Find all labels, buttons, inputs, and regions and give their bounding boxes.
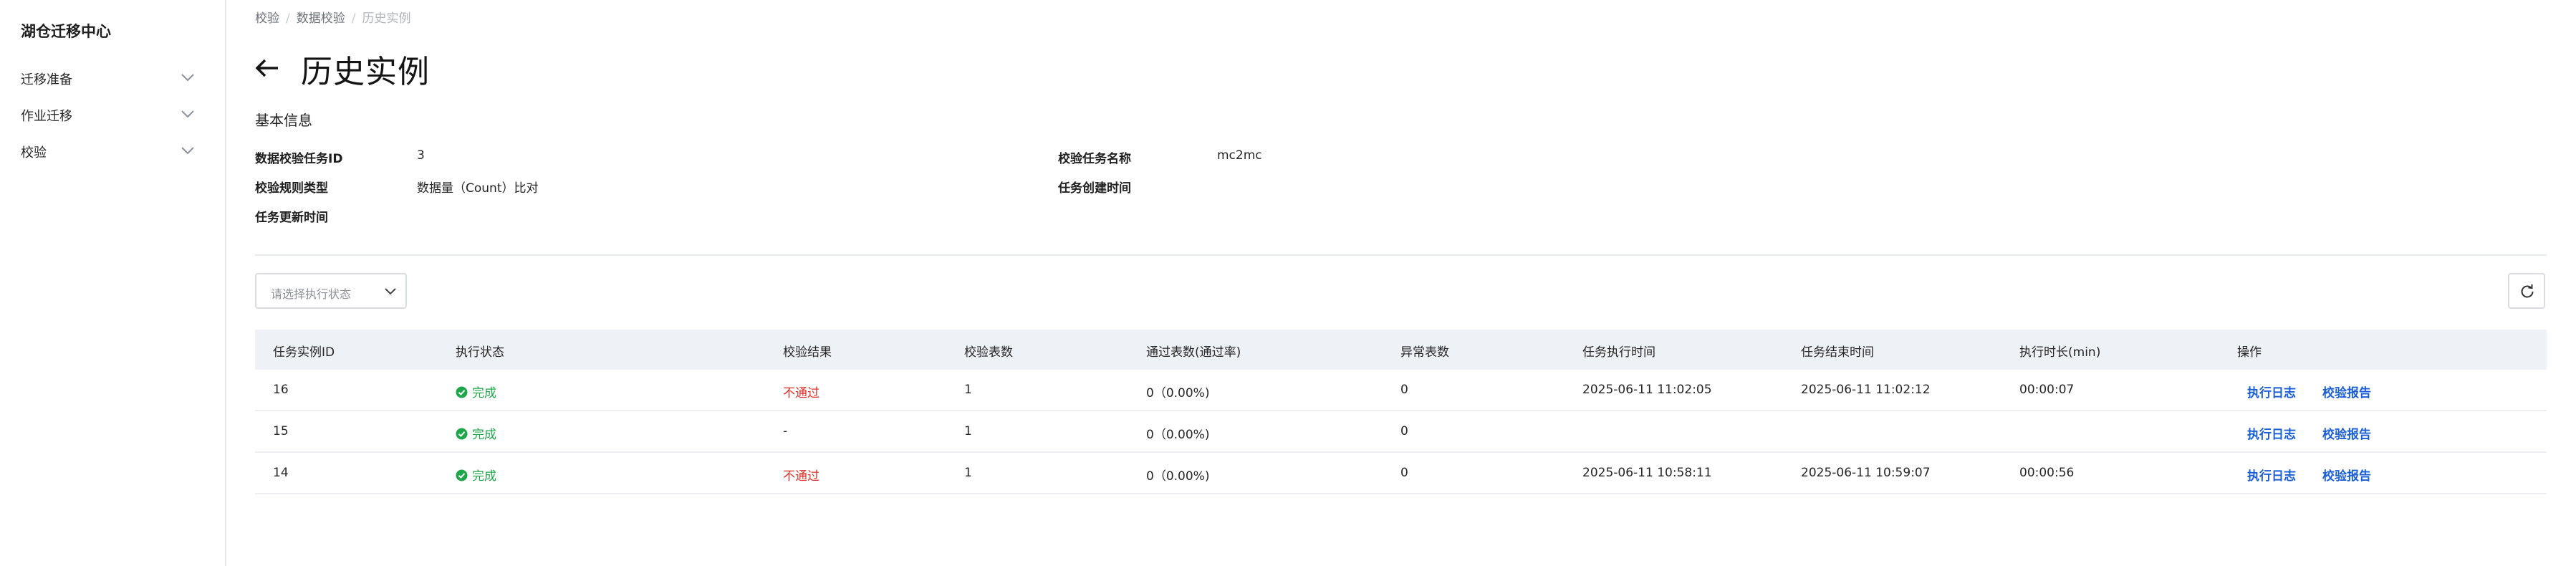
cell-end-time: 2025-06-11 11:02:12 bbox=[1801, 383, 1931, 397]
check-circle-icon bbox=[456, 386, 468, 398]
rule-type-value: 数据量（Count）比对 bbox=[417, 181, 539, 196]
created-time-label: 任务创建时间 bbox=[1058, 181, 1131, 196]
cell-duration: 00:00:56 bbox=[2019, 466, 2075, 480]
cell-instance-id: 14 bbox=[273, 466, 289, 480]
check-report-link[interactable]: 校验报告 bbox=[2322, 424, 2371, 442]
col-header-end-time: 任务结束时间 bbox=[1801, 345, 1874, 360]
task-name-value: mc2mc bbox=[1217, 148, 1262, 163]
page-title: 历史实例 bbox=[301, 54, 430, 90]
cell-exec-status: 完成 bbox=[456, 466, 496, 484]
sidebar-item-label: 作业迁移 bbox=[21, 109, 72, 124]
sidebar-item-migration-prep[interactable]: 迁移准备 bbox=[0, 59, 225, 95]
breadcrumb-item-current: 历史实例 bbox=[362, 11, 411, 26]
sidebar-item-label: 校验 bbox=[21, 145, 47, 160]
cell-abnormal: 0 bbox=[1400, 466, 1408, 480]
app-root: 湖仓迁移中心 迁移准备 作业迁移 校验 校验 / 数据校验 / 历史实例 历史实… bbox=[0, 0, 2576, 566]
cell-table-count: 1 bbox=[964, 424, 972, 438]
chevron-down-icon bbox=[181, 74, 194, 82]
cell-instance-id: 16 bbox=[273, 383, 289, 397]
cell-check-result: 不通过 bbox=[783, 469, 820, 484]
cell-exec-status: 完成 bbox=[456, 424, 496, 442]
status-text: 完成 bbox=[472, 386, 496, 400]
table-header: 任务实例ID 执行状态 校验结果 校验表数 通过表数(通过率) 异常表数 任务执… bbox=[255, 330, 2547, 370]
sidebar-title: 湖仓迁移中心 bbox=[21, 23, 111, 40]
cell-passed: 0（0.00%) bbox=[1146, 386, 1210, 400]
divider bbox=[255, 254, 2547, 256]
sidebar-item-validation[interactable]: 校验 bbox=[0, 133, 225, 168]
col-header-instance-id: 任务实例ID bbox=[273, 345, 335, 360]
status-select[interactable]: 请选择执行状态 bbox=[255, 273, 407, 309]
col-header-abnormal: 异常表数 bbox=[1400, 345, 1449, 360]
table-row: 16 完成 不通过 1 0（0.00%) 0 2025-06-11 11:02:… bbox=[255, 370, 2547, 411]
status-text: 完成 bbox=[472, 469, 496, 484]
col-header-check-result: 校验结果 bbox=[783, 345, 832, 360]
cell-abnormal: 0 bbox=[1400, 383, 1408, 397]
breadcrumb-item-validation[interactable]: 校验 bbox=[255, 11, 279, 26]
updated-time-label: 任务更新时间 bbox=[255, 211, 328, 225]
cell-table-count: 1 bbox=[964, 466, 972, 480]
chevron-down-icon bbox=[181, 110, 194, 118]
table-row: 15 完成 - 1 0（0.00%) 0 执行日志 校验报告 bbox=[255, 411, 2547, 453]
arrow-left-icon[interactable] bbox=[254, 57, 280, 80]
breadcrumb-separator: / bbox=[351, 11, 356, 26]
table-row: 14 完成 不通过 1 0（0.00%) 0 2025-06-11 10:58:… bbox=[255, 453, 2547, 494]
refresh-icon bbox=[2521, 284, 2534, 298]
sidebar: 湖仓迁移中心 迁移准备 作业迁移 校验 bbox=[0, 0, 226, 566]
exec-log-link[interactable]: 执行日志 bbox=[2247, 383, 2296, 400]
cell-passed: 0（0.00%) bbox=[1146, 428, 1210, 442]
check-report-link[interactable]: 校验报告 bbox=[2322, 383, 2371, 400]
breadcrumb-separator: / bbox=[286, 11, 290, 26]
chevron-down-icon bbox=[385, 288, 396, 295]
col-header-duration: 执行时长(min) bbox=[2019, 345, 2101, 360]
status-select-placeholder: 请选择执行状态 bbox=[271, 287, 352, 301]
cell-abnormal: 0 bbox=[1400, 424, 1408, 438]
col-header-start-time: 任务执行时间 bbox=[1582, 345, 1655, 360]
section-title-basic-info: 基本信息 bbox=[255, 112, 312, 129]
breadcrumb-item-data-validation[interactable]: 数据校验 bbox=[297, 11, 345, 26]
main-content: 校验 / 数据校验 / 历史实例 历史实例 基本信息 数据校验任务ID 3 校验任务名称… bbox=[226, 0, 2576, 566]
check-circle-icon bbox=[456, 469, 468, 481]
cell-instance-id: 15 bbox=[273, 424, 289, 438]
task-name-label: 校验任务名称 bbox=[1058, 152, 1131, 166]
cell-exec-status: 完成 bbox=[456, 383, 496, 400]
task-id-label: 数据校验任务ID bbox=[255, 152, 343, 166]
task-id-value: 3 bbox=[417, 148, 425, 163]
check-report-link[interactable]: 校验报告 bbox=[2322, 466, 2371, 484]
status-text: 完成 bbox=[472, 428, 496, 442]
cell-check-result: - bbox=[783, 424, 788, 438]
cell-duration: 00:00:07 bbox=[2019, 383, 2075, 397]
cell-check-result: 不通过 bbox=[783, 386, 820, 400]
check-circle-icon bbox=[456, 428, 468, 440]
sidebar-item-label: 迁移准备 bbox=[21, 72, 72, 87]
breadcrumb: 校验 / 数据校验 / 历史实例 bbox=[255, 8, 410, 26]
col-header-table-count: 校验表数 bbox=[964, 345, 1013, 360]
exec-log-link[interactable]: 执行日志 bbox=[2247, 424, 2296, 442]
cell-start-time: 2025-06-11 11:02:05 bbox=[1582, 383, 1712, 397]
col-header-exec-status: 执行状态 bbox=[456, 345, 504, 360]
sidebar-item-job-migration[interactable]: 作业迁移 bbox=[0, 96, 225, 132]
cell-passed: 0（0.00%) bbox=[1146, 469, 1210, 484]
refresh-button[interactable] bbox=[2508, 273, 2545, 309]
col-header-actions: 操作 bbox=[2237, 345, 2262, 360]
cell-end-time: 2025-06-11 10:59:07 bbox=[1801, 466, 1931, 480]
cell-start-time: 2025-06-11 10:58:11 bbox=[1582, 466, 1712, 480]
cell-table-count: 1 bbox=[964, 383, 972, 397]
chevron-down-icon bbox=[181, 147, 194, 155]
exec-log-link[interactable]: 执行日志 bbox=[2247, 466, 2296, 484]
col-header-passed: 通过表数(通过率) bbox=[1146, 345, 1241, 360]
rule-type-label: 校验规则类型 bbox=[255, 181, 328, 196]
